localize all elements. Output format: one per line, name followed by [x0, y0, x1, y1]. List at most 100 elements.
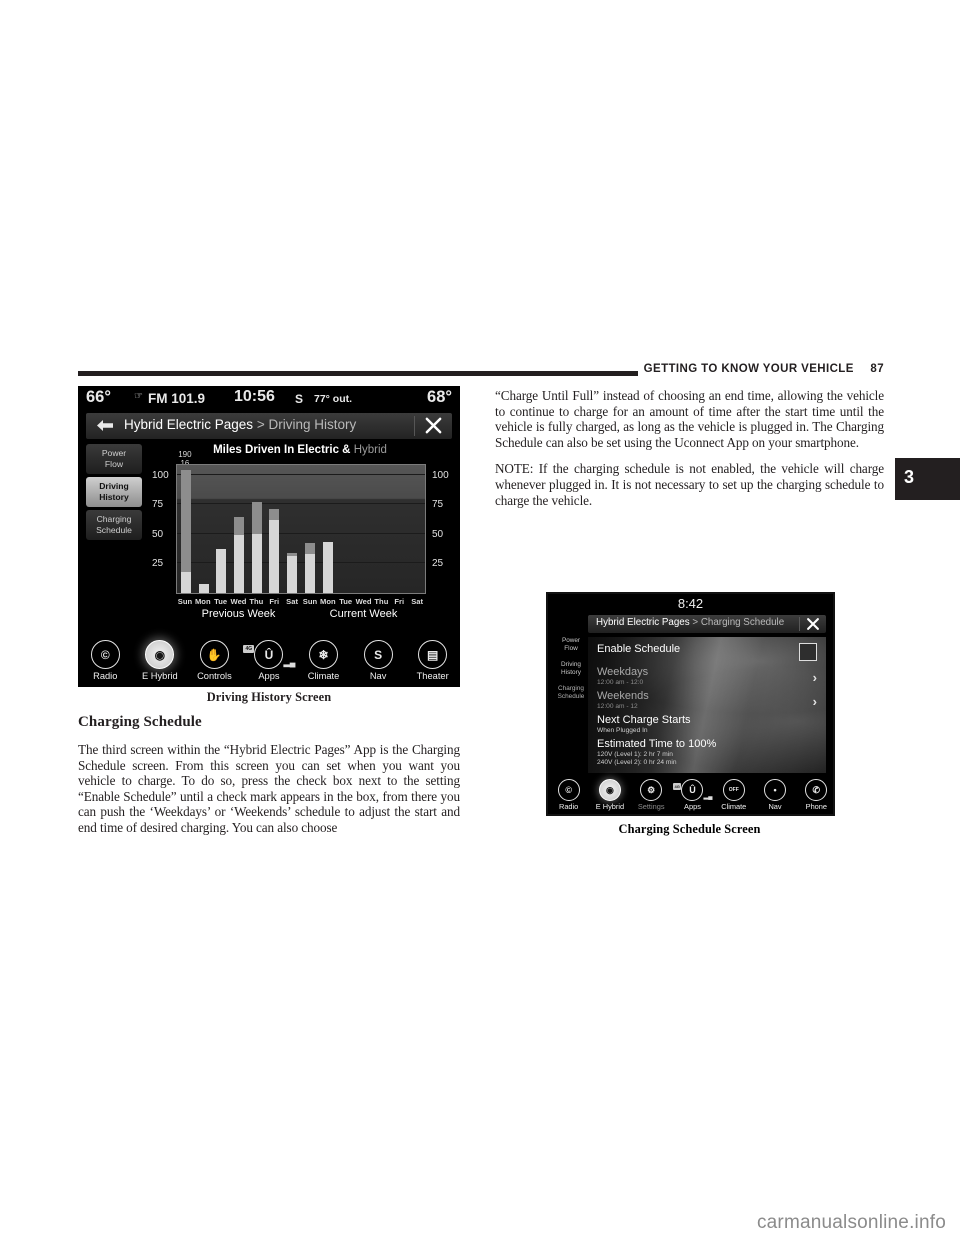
sidebar-item-charging-schedule[interactable]: Charging Schedule [86, 510, 142, 540]
breadcrumb-current: Driving History [268, 417, 357, 432]
breadcrumb-separator: > [253, 417, 269, 432]
bar-slot [230, 465, 248, 593]
side-menu: Power Flow Driving History Charging Schedul… [554, 637, 588, 709]
icon-label: Settings [637, 802, 665, 811]
bar-series [177, 465, 425, 593]
x-tick-label: Sat [411, 597, 424, 606]
bar-segment-hybrid [269, 509, 280, 520]
icon-button-e-hybrid[interactable]: ◉ E Hybrid [592, 779, 628, 811]
x-tick-label: Wed [355, 597, 372, 606]
sidebar-item-charging-schedule[interactable]: Charging Schedule [554, 685, 588, 701]
clock: 8:42 [677, 596, 704, 611]
icon-button-e-hybrid[interactable]: ◉ E Hybrid [137, 640, 183, 681]
y-tick-right-75: 75 [432, 499, 444, 511]
row-weekends[interactable]: Weekends 12:00 am - 12 [597, 690, 649, 710]
bar-slot [390, 465, 408, 593]
bar [269, 509, 280, 593]
watermark: carmanualsonline.info [756, 1212, 946, 1233]
bar [251, 502, 262, 593]
charging-schedule-screen: 8:42 Hybrid Electric Pages > Charging Sc… [546, 592, 835, 816]
x-tick-label: Mon [320, 597, 336, 606]
page-header: GETTING TO KNOW YOUR VEHICLE 87 [78, 363, 884, 380]
title-bar: Hybrid Electric Pages > Driving History [86, 413, 452, 439]
y-tick-left-100: 100 [152, 469, 169, 481]
icon-label: Climate [307, 671, 340, 681]
row-subtitle: 12:00 am - 12 [597, 703, 638, 710]
bar-slot [301, 465, 319, 593]
y-tick-right-25: 25 [432, 558, 444, 570]
icon-button-climate[interactable]: ❄ Climate [301, 640, 347, 681]
row-subtitle-level2: 240V (Level 2): 0 hr 24 min [597, 759, 677, 766]
bar [322, 542, 333, 593]
row-title: Weekdays [597, 666, 649, 678]
icon-button-radio[interactable]: © Radio [551, 779, 587, 811]
back-arrow-icon[interactable] [96, 419, 114, 432]
breadcrumb-root[interactable]: Hybrid Electric Pages [596, 617, 690, 628]
row-enable-schedule[interactable]: Enable Schedule [597, 643, 680, 655]
breadcrumb-root[interactable]: Hybrid Electric Pages [124, 417, 253, 432]
breadcrumb-separator: > [689, 617, 701, 628]
gear-icon: ⚙ [640, 779, 663, 801]
row-weekdays[interactable]: Weekdays 12:00 am - 12:0 [597, 666, 648, 686]
bar-slot [354, 465, 372, 593]
e-hybrid-leaf-icon: ◉ [598, 779, 621, 801]
bar [287, 552, 298, 593]
close-icon[interactable] [424, 416, 443, 435]
climate-off-icon: OFF [722, 779, 745, 801]
bar-segment-electric [180, 571, 191, 593]
bar-segment-electric [251, 533, 262, 593]
enable-schedule-checkbox[interactable] [799, 643, 817, 661]
x-tick-label: Fri [269, 597, 280, 606]
charging-schedule-figure: 8:42 Hybrid Electric Pages > Charging Sc… [495, 590, 884, 818]
icon-button-nav[interactable]: S Nav [355, 640, 401, 681]
chapter-tab: 3 [895, 458, 960, 500]
bar-segment-hybrid [304, 543, 315, 554]
figure-caption-driving-history: Driving History Screen [206, 690, 332, 704]
icon-button-phone[interactable]: ✆ Phone [798, 779, 834, 811]
radio-tower-icon: © [90, 640, 120, 669]
x-tick-label: Fri [394, 597, 405, 606]
bar-segment-electric [304, 554, 315, 593]
subheading-charging-schedule: Charging Schedule [78, 714, 202, 730]
sidebar-item-driving-history[interactable]: Driving History [86, 477, 142, 507]
icon-button-theater[interactable]: ▤ Theater [410, 640, 456, 681]
x-tick-label: Tue [339, 597, 353, 606]
bar-segment-hybrid [180, 470, 191, 572]
outside-temp: 77° out. [314, 393, 353, 405]
bottom-icon-bar: © Radio ◉ E Hybrid ⚙ Settings Û 4G ▂▄ Apps OFF Clim… [548, 779, 837, 811]
close-icon[interactable] [806, 617, 820, 631]
icon-button-nav[interactable]: • Nav [757, 779, 793, 811]
chart-title-prefix: Miles Driven In [213, 444, 298, 456]
chevron-right-icon[interactable]: › [813, 670, 817, 685]
row-subtitle-level1: 120V (Level 1): 2 hr 7 min [597, 751, 673, 758]
icon-button-radio[interactable]: © Radio [82, 640, 128, 681]
network-badge: 4G [673, 783, 681, 790]
row-title: Enable Schedule [597, 643, 681, 655]
icon-label: E Hybrid [595, 802, 625, 811]
title-bar-divider [414, 416, 415, 436]
sidebar-item-power-flow[interactable]: Power Flow [554, 637, 588, 653]
row-subtitle: 12:00 am - 12:0 [597, 679, 644, 686]
chevron-right-icon[interactable]: › [813, 694, 817, 709]
climate-fan-icon: ❄ [309, 640, 339, 669]
icon-label: Controls [197, 671, 232, 681]
icon-button-apps[interactable]: Û 4G ▂▄ Apps [243, 640, 295, 681]
icon-button-settings[interactable]: ⚙ Settings [633, 779, 669, 811]
bar [198, 583, 209, 593]
icon-button-climate[interactable]: OFF Climate [716, 779, 752, 811]
bar [304, 543, 315, 593]
sidebar-item-power-flow[interactable]: Power Flow [86, 444, 142, 474]
status-bar: 66° ☞ FM 101.9 10:56 S 77° out. 68° [78, 386, 460, 411]
x-tick-label: Mon [194, 597, 211, 606]
header-text: GETTING TO KNOW YOUR VEHICLE 87 [644, 363, 884, 375]
bar-segment-electric [269, 519, 280, 593]
x-group-label: Current Week [329, 608, 398, 620]
x-tick-label: Wed [230, 597, 247, 606]
bar-segment-electric [216, 549, 227, 593]
e-hybrid-leaf-icon: ◉ [145, 640, 175, 669]
icon-button-apps[interactable]: Û 4G ▂▄ Apps [673, 779, 712, 811]
icon-button-controls[interactable]: ✋ Controls [191, 640, 237, 681]
icon-label: Apps [258, 671, 280, 681]
sidebar-item-driving-history[interactable]: Driving History [554, 661, 588, 677]
chapter-title: GETTING TO KNOW YOUR VEHICLE [643, 363, 854, 375]
